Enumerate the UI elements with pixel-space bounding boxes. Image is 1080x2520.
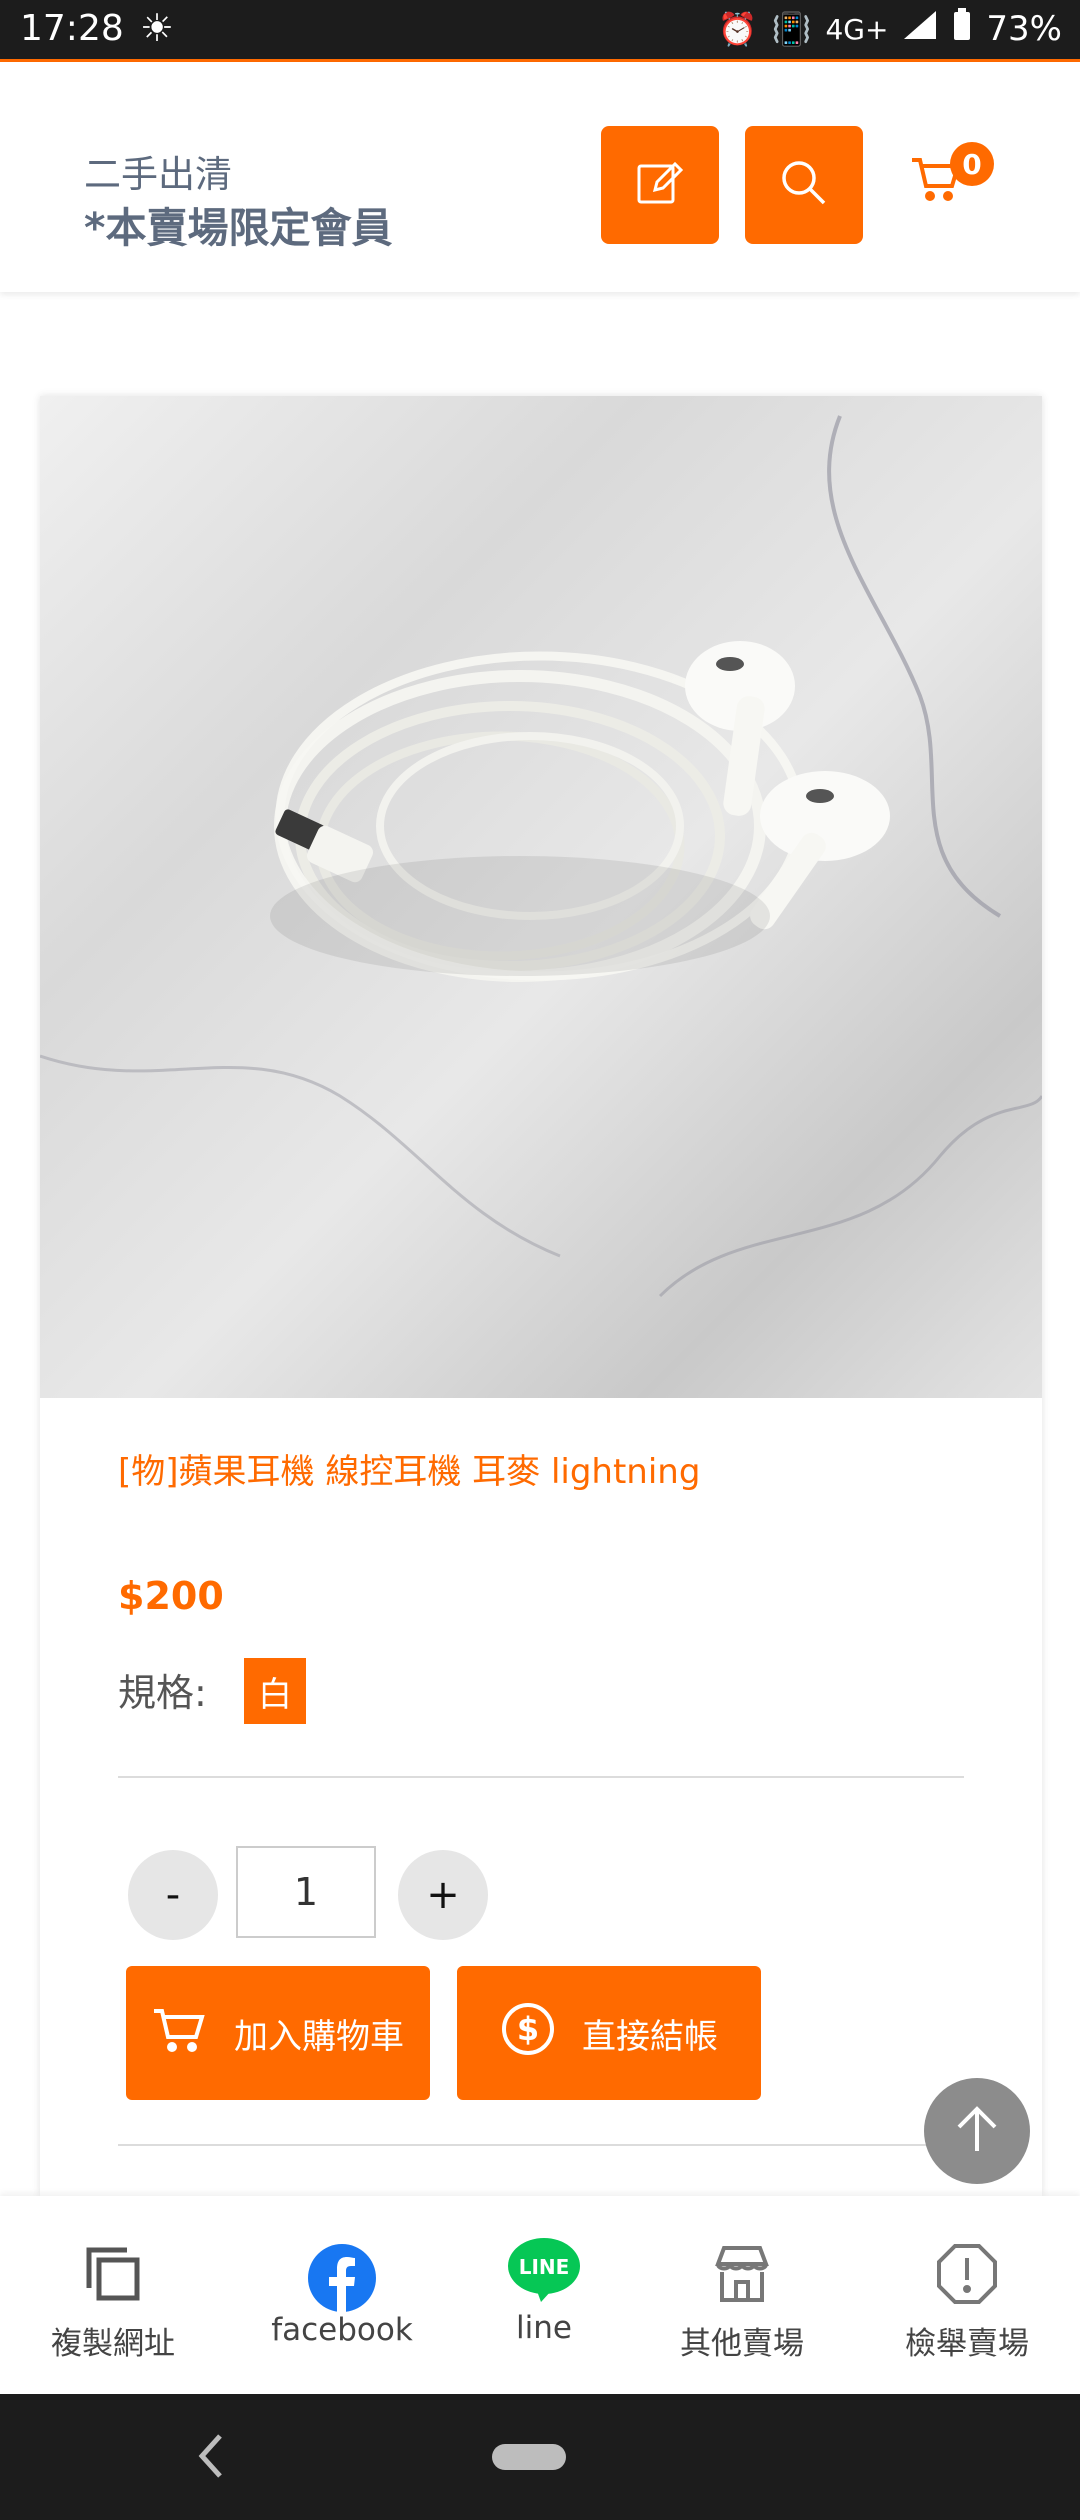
system-navigation-bar xyxy=(0,2394,1080,2520)
copy-url-button[interactable]: 複製網址 xyxy=(5,2196,221,2394)
cart-icon xyxy=(910,158,962,208)
copy-url-label: 複製網址 xyxy=(51,2326,175,2362)
svg-text:LINE: LINE xyxy=(519,2255,570,2279)
brightness-icon: ☀ xyxy=(140,6,175,50)
report-store-button[interactable]: 檢舉賣場 xyxy=(859,2196,1075,2394)
facebook-icon xyxy=(234,2242,450,2314)
copy-icon xyxy=(5,2242,221,2306)
report-store-label: 檢舉賣場 xyxy=(905,2326,1029,2362)
edit-button[interactable] xyxy=(601,126,719,244)
line-icon: LINE xyxy=(436,2236,652,2304)
checkout-button[interactable]: $ 直接結帳 xyxy=(457,1966,761,2100)
svg-text:$: $ xyxy=(517,2010,539,2048)
vibrate-icon: 📳 xyxy=(771,10,812,48)
checkout-label: 直接結帳 xyxy=(582,2016,718,2057)
cart-button[interactable]: 0 xyxy=(910,142,994,232)
store-header: 二手出清 *本賣場限定會員 0 xyxy=(0,62,1080,292)
other-stores-label: 其他賣場 xyxy=(680,2326,804,2362)
product-card: [物]蘋果耳機 線控耳機 耳麥 lightning $200 規格: 白 - 1… xyxy=(40,396,1042,2196)
add-to-cart-label: 加入購物車 xyxy=(234,2016,404,2057)
network-label: 4G+ xyxy=(825,12,889,46)
other-stores-button[interactable]: 其他賣場 xyxy=(634,2196,850,2394)
dollar-icon: $ xyxy=(500,2001,556,2066)
cart-count-badge: 0 xyxy=(950,142,994,186)
status-icons: ⏰ 📳 4G+ 73% xyxy=(718,8,1062,50)
spec-option-white[interactable]: 白 xyxy=(244,1658,306,1724)
product-price: $200 xyxy=(118,1574,224,1618)
product-photo[interactable] xyxy=(40,396,1042,1398)
divider xyxy=(118,1776,964,1778)
divider xyxy=(118,2144,964,2146)
quantity-plus-button[interactable]: + xyxy=(398,1850,488,1940)
bottom-action-bar: 複製網址 facebook LINE line 其他賣場 檢舉賣場 xyxy=(0,2196,1080,2394)
share-line-button[interactable]: LINE line xyxy=(436,2196,652,2394)
search-icon xyxy=(777,156,831,214)
cart-icon xyxy=(152,2003,208,2064)
back-icon[interactable] xyxy=(190,2424,230,2492)
earphones-image xyxy=(40,415,1042,1298)
product-title: [物]蘋果耳機 線控耳機 耳麥 lightning xyxy=(118,1452,701,1492)
quantity-minus-button[interactable]: - xyxy=(128,1850,218,1940)
share-facebook-button[interactable]: facebook xyxy=(234,2196,450,2394)
status-bar: 17:28 ☀ ⏰ 📳 4G+ 73% xyxy=(0,0,1080,62)
status-time: 17:28 xyxy=(20,8,124,49)
battery-level: 73% xyxy=(986,9,1062,49)
battery-icon xyxy=(952,8,972,50)
store-subtitle: 二手出清 xyxy=(84,153,232,196)
store-icon xyxy=(634,2242,850,2306)
home-pill[interactable] xyxy=(492,2444,566,2470)
quantity-input[interactable]: 1 xyxy=(236,1846,376,1938)
report-icon xyxy=(859,2242,1075,2306)
line-label: line xyxy=(516,2310,572,2346)
arrow-up-icon xyxy=(947,2099,1007,2163)
edit-icon xyxy=(633,156,687,214)
search-button[interactable] xyxy=(745,126,863,244)
add-to-cart-button[interactable]: 加入購物車 xyxy=(126,1966,430,2100)
spec-label: 規格: xyxy=(118,1671,207,1715)
alarm-icon: ⏰ xyxy=(717,10,758,48)
store-title: *本賣場限定會員 xyxy=(84,204,393,252)
signal-icon xyxy=(902,9,938,49)
facebook-label: facebook xyxy=(271,2312,413,2348)
back-to-top-button[interactable] xyxy=(924,2078,1030,2184)
